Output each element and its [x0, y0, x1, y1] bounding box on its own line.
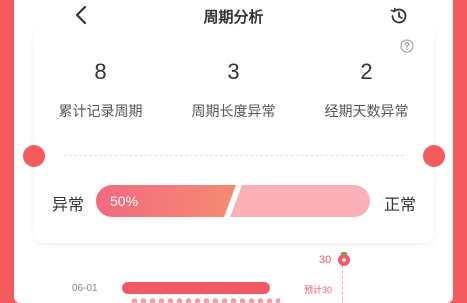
day-marker-number: 30 — [319, 254, 332, 266]
abnormal-normal-ratio: 异常 50% 正常 — [34, 185, 434, 219]
tomato-pin-icon — [338, 252, 350, 266]
history-button[interactable] — [388, 5, 410, 27]
card-notch-right — [423, 145, 445, 167]
header: 周期分析 — [14, 0, 453, 28]
stat-period-days-abnormal: 2 经期天数异常 — [300, 57, 433, 121]
normal-segment — [230, 185, 370, 217]
cycle-summary-card: 8 累计记录周期 3 周期长度异常 2 经期天数异常 异常 50% 正常 — [23, 25, 445, 243]
ratio-bar: 50% — [96, 185, 370, 217]
cycle-start-date: 06-01 — [72, 283, 98, 294]
cycle-timeline: 30 06-01 预计30 — [14, 240, 453, 303]
stats-row: 8 累计记录周期 3 周期长度异常 2 经期天数异常 — [34, 57, 434, 127]
history-clock-icon — [390, 7, 407, 24]
expected-cycle-label: 预计30 — [304, 285, 333, 295]
abnormal-percent: 50% — [110, 193, 139, 209]
stat-value: 3 — [227, 59, 240, 84]
stat-value: 2 — [360, 59, 373, 84]
card-notch-left — [23, 145, 45, 167]
abnormal-label: 异常 — [52, 197, 85, 214]
help-icon[interactable] — [400, 39, 414, 53]
stat-value: 8 — [94, 59, 107, 84]
stat-total-cycles: 8 累计记录周期 — [34, 57, 167, 121]
period-duration-bar[interactable] — [122, 282, 270, 294]
stat-label: 经期天数异常 — [324, 103, 409, 119]
dashed-divider — [64, 155, 404, 156]
cycle-day-dots — [130, 298, 280, 303]
stat-label: 周期长度异常 — [191, 103, 276, 119]
stat-cycle-length-abnormal: 3 周期长度异常 — [167, 57, 300, 121]
normal-label: 正常 — [383, 197, 416, 214]
stat-label: 累计记录周期 — [58, 103, 143, 119]
